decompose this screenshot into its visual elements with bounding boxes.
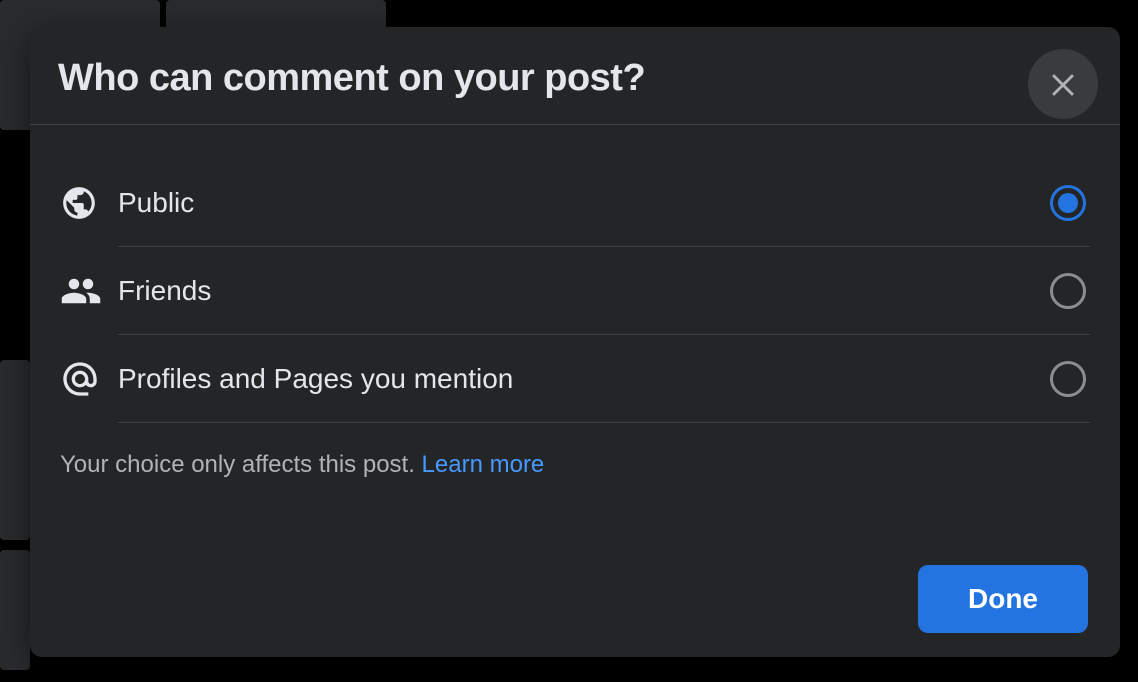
modal-header: Who can comment on your post? (30, 27, 1120, 125)
modal-footer: Done (30, 541, 1120, 657)
done-button[interactable]: Done (918, 565, 1088, 633)
option-label: Profiles and Pages you mention (118, 363, 1050, 395)
friends-icon (56, 270, 118, 312)
option-friends[interactable]: Friends (56, 247, 1090, 335)
at-icon (56, 359, 118, 399)
option-public[interactable]: Public (56, 159, 1090, 247)
footer-note: Your choice only affects this post. Lear… (56, 423, 1090, 479)
radio-public[interactable] (1050, 185, 1086, 221)
option-label: Public (118, 187, 1050, 219)
radio-mentions[interactable] (1050, 361, 1086, 397)
option-label: Friends (118, 275, 1050, 307)
modal-body: Public Friends Profiles and Pages you me… (30, 125, 1120, 541)
modal-title: Who can comment on your post? (58, 57, 1088, 100)
globe-icon (56, 184, 118, 222)
radio-friends[interactable] (1050, 273, 1086, 309)
option-mentions[interactable]: Profiles and Pages you mention (56, 335, 1090, 423)
comment-audience-modal: Who can comment on your post? Public Fri… (30, 27, 1120, 657)
note-text: Your choice only affects this post. (60, 451, 422, 478)
close-button[interactable] (1028, 49, 1098, 119)
learn-more-link[interactable]: Learn more (422, 451, 545, 478)
close-icon (1046, 66, 1080, 103)
